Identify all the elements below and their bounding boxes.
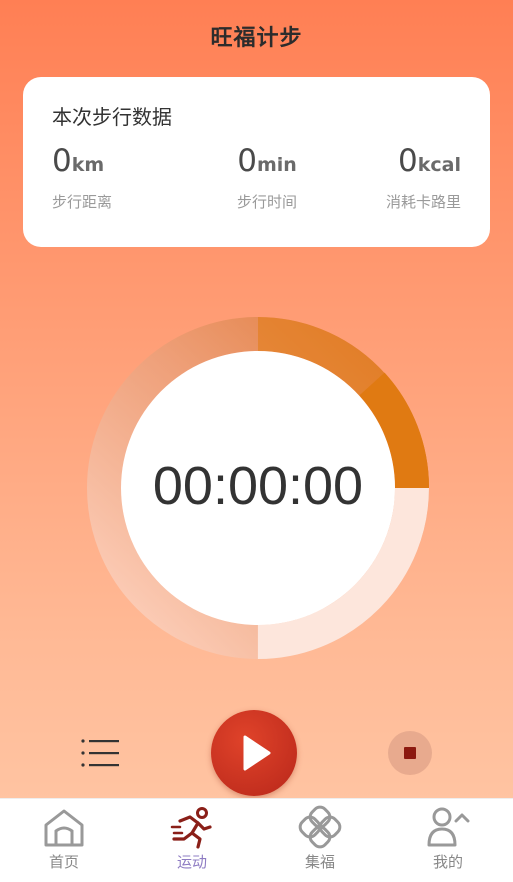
calories-unit: kcal [417, 154, 461, 176]
start-button[interactable] [211, 710, 297, 796]
time-unit: min [256, 154, 297, 176]
profile-icon [427, 807, 470, 847]
play-icon [243, 735, 271, 771]
calories-value: 0 [398, 143, 418, 179]
tab-collect[interactable]: 集福 [256, 805, 384, 872]
distance-label: 步行距离 [52, 193, 113, 211]
timer-ring: 00:00:00 [87, 317, 429, 659]
stop-button[interactable] [388, 731, 432, 775]
calories-stat: 0kcal 消耗卡路里 [386, 143, 461, 212]
time-stat: 0min 步行时间 [212, 143, 322, 212]
running-icon [170, 807, 212, 849]
tab-mine[interactable]: 我的 [384, 805, 512, 872]
tab-home[interactable]: 首页 [0, 805, 128, 872]
tab-home-label: 首页 [48, 853, 79, 871]
distance-value: 0 [52, 143, 72, 179]
time-label: 步行时间 [236, 193, 297, 211]
tab-sport[interactable]: 运动 [128, 805, 256, 872]
distance-stat: 0km 步行距离 [52, 143, 112, 212]
timer-display: 00:00:00 [152, 456, 364, 516]
calories-label: 消耗卡路里 [385, 193, 461, 211]
stats-card-title: 本次步行数据 [52, 105, 172, 129]
time-value: 0 [237, 143, 257, 179]
distance-unit: km [71, 154, 105, 176]
home-icon [44, 809, 84, 847]
clover-icon [298, 805, 342, 849]
bottom-tab-bar: 首页 运动 集福 我的 [0, 798, 513, 882]
page-title: 旺福计步 [210, 26, 303, 51]
tab-collect-label: 集福 [304, 853, 335, 871]
record-list-button[interactable] [80, 738, 120, 768]
tab-mine-label: 我的 [432, 853, 463, 871]
walk-stats-card: 本次步行数据 0km 步行距离 0min 步行时间 0kcal 消耗卡路里 [23, 77, 490, 247]
tab-sport-label: 运动 [176, 853, 207, 871]
stop-icon [404, 747, 416, 759]
list-icon [81, 739, 119, 767]
